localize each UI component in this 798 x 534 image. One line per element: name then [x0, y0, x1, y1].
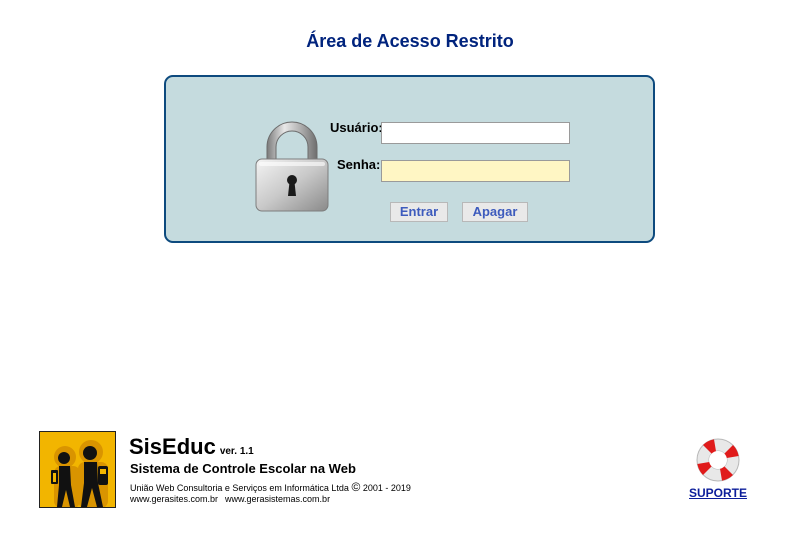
app-name: SisEduc ver. 1.1 — [129, 434, 254, 460]
app-name-text: SisEduc — [129, 434, 216, 459]
password-input[interactable] — [381, 160, 570, 182]
company-name: União Web Consultoria e Serviços em Info… — [130, 483, 349, 493]
username-input[interactable] — [381, 122, 570, 144]
login-button[interactable]: Entrar — [390, 202, 448, 222]
clear-button[interactable]: Apagar — [462, 202, 528, 222]
copyright-symbol: © — [351, 480, 361, 494]
padlock-icon — [255, 121, 329, 212]
app-subtitle: Sistema de Controle Escolar na Web — [130, 461, 356, 476]
site-link-gerasites: www.gerasites.com.br — [130, 494, 219, 504]
students-figures — [51, 440, 108, 507]
password-label: Senha: — [337, 157, 381, 172]
app-version: ver. 1.1 — [219, 446, 254, 457]
lifebuoy-icon[interactable] — [694, 436, 742, 484]
copyright-years: 2001 - 2019 — [362, 483, 411, 493]
login-page: Área de Acesso Restrito Usuário: Senha: … — [0, 0, 798, 534]
page-title: Área de Acesso Restrito — [306, 31, 514, 51]
login-panel: Usuário: Senha: Entrar Apagar — [164, 75, 655, 243]
support-link[interactable]: SUPORTE — [689, 486, 747, 500]
site-links: www.gerasites.com.br www.gerasistemas.com… — [130, 494, 330, 504]
site-link-gerasistemas: www.gerasistemas.com.br — [225, 494, 331, 504]
company-line: União Web Consultoria e Serviços em Info… — [130, 480, 411, 494]
students-logo-icon — [39, 431, 116, 508]
username-label: Usuário: — [330, 120, 383, 135]
